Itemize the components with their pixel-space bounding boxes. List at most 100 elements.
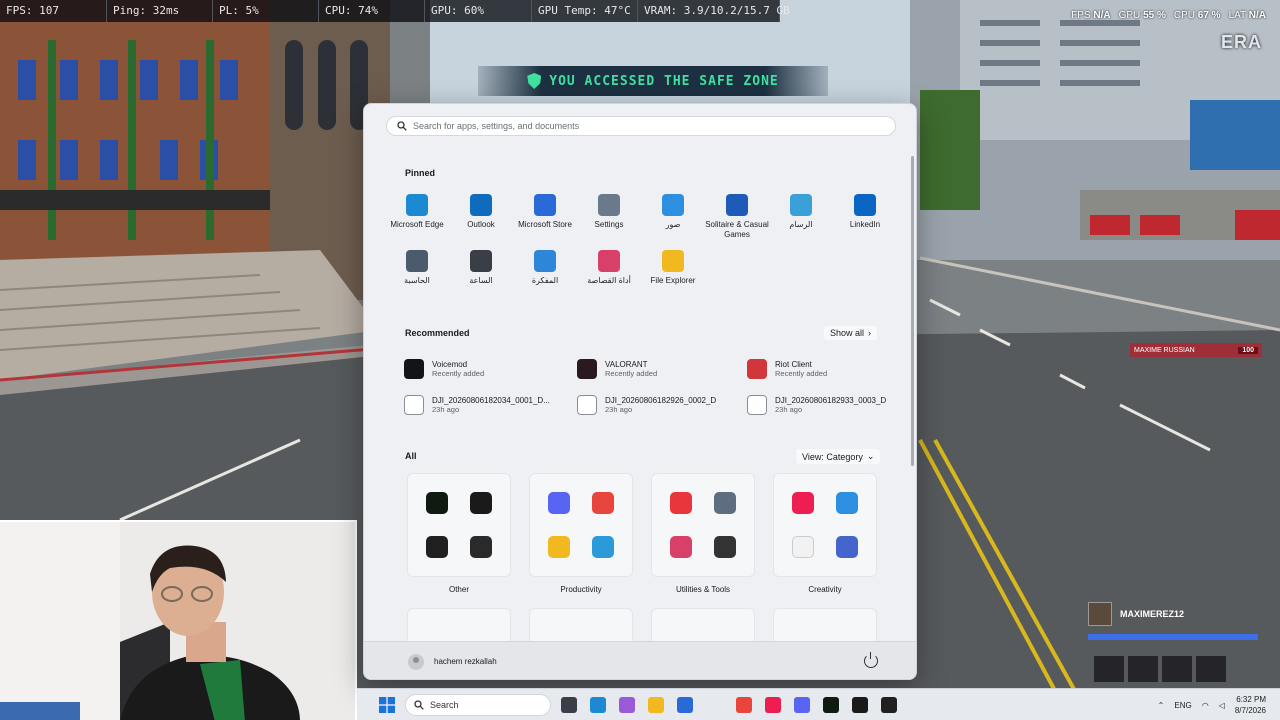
- latency-readout: LAT N/A: [1228, 10, 1266, 21]
- wifi-icon[interactable]: ◠: [1202, 701, 1209, 710]
- clock[interactable]: 6:32 PM 8/7/2026: [1235, 694, 1266, 716]
- volume-icon[interactable]: ◁: [1219, 701, 1225, 710]
- arrow-a-icon[interactable]: [823, 697, 839, 713]
- player-hud: MAXIMEREZ12: [1088, 602, 1258, 640]
- tiktok-icon[interactable]: [792, 492, 814, 514]
- category-folder[interactable]: [651, 473, 755, 577]
- pinned-app[interactable]: الحاسبة: [384, 250, 450, 302]
- calculator-icon: [406, 250, 428, 272]
- pinned-app[interactable]: المفكرة: [512, 250, 578, 302]
- ping-stat: Ping: 32ms: [107, 0, 213, 22]
- windows-start-icon[interactable]: [379, 697, 395, 713]
- tiktok-icon[interactable]: [765, 697, 781, 713]
- store-icon: [534, 194, 556, 216]
- recommended-item[interactable]: Voicemod Recently added: [404, 356, 564, 382]
- gear-icon[interactable]: [714, 492, 736, 514]
- view-category-label: View: Category: [802, 451, 863, 462]
- weapon-slot: [1128, 656, 1158, 682]
- show-all-button[interactable]: Show all ›: [824, 326, 878, 340]
- search-input[interactable]: [413, 121, 883, 131]
- chrome-icon[interactable]: [592, 492, 614, 514]
- pinned-app[interactable]: أداة القصاصة: [576, 250, 642, 302]
- copilot-icon[interactable]: [592, 536, 614, 558]
- arrow-a-icon[interactable]: [426, 492, 448, 514]
- edge-icon: [406, 194, 428, 216]
- search-icon: [414, 700, 424, 710]
- chevron-up-icon[interactable]: ⌃: [1158, 701, 1165, 710]
- task-view-icon[interactable]: [561, 697, 577, 713]
- user-avatar-icon[interactable]: [408, 653, 424, 670]
- image-file-icon: [577, 395, 597, 415]
- pinned-app-label: LinkedIn: [849, 220, 881, 229]
- chevron-down-icon: ⌄: [866, 451, 875, 461]
- fps-readout: FPS N/A: [1071, 10, 1111, 21]
- recommended-item[interactable]: DJI_20260806182926_0002_D 23h ago: [577, 392, 737, 418]
- obs-icon[interactable]: [881, 697, 897, 713]
- chevron-right-icon: ›: [868, 328, 872, 338]
- recommended-name: Riot Client: [775, 360, 812, 369]
- health-bar-fill: [1088, 634, 1258, 640]
- vram-stat: VRAM: 3.9/10.2/15.7 GB: [638, 0, 790, 22]
- anydesk-icon[interactable]: [670, 492, 692, 514]
- photos-icon[interactable]: [836, 492, 858, 514]
- file-icon: [404, 395, 424, 415]
- health-bar: [1088, 634, 1258, 640]
- pinned-app[interactable]: Outlook: [448, 194, 514, 246]
- fps-stat: FPS: 107: [0, 0, 107, 22]
- power-icon[interactable]: [864, 652, 878, 668]
- category-folder[interactable]: [773, 473, 877, 577]
- qr-icon[interactable]: [714, 536, 736, 558]
- category-folder[interactable]: [407, 473, 511, 577]
- recommended-subtitle: Recently added: [775, 369, 828, 378]
- pinned-app[interactable]: الرسام: [768, 194, 834, 246]
- gpu-readout: GPU 55 %: [1118, 10, 1166, 21]
- pinned-app[interactable]: Settings: [576, 194, 642, 246]
- capcut-icon[interactable]: [792, 536, 814, 558]
- obs-icon[interactable]: [426, 536, 448, 558]
- gpu-stat: GPU: 60%: [425, 0, 532, 22]
- pinned-app[interactable]: Microsoft Edge: [384, 194, 450, 246]
- weapon-slot: [1162, 656, 1192, 682]
- taskbar-search[interactable]: Search: [405, 694, 551, 716]
- recommended-item[interactable]: DJI_20260806182933_0003_D 23h ago: [747, 392, 907, 418]
- pinned-app[interactable]: صور: [640, 194, 706, 246]
- language-indicator[interactable]: ENG: [1174, 701, 1191, 710]
- player-tag-name: MAXIME RUSSIAN: [1134, 346, 1195, 354]
- store-icon[interactable]: [677, 697, 693, 713]
- mail-icon[interactable]: [852, 697, 868, 713]
- pinned-app[interactable]: الساعة: [448, 250, 514, 302]
- discord-icon[interactable]: [794, 697, 810, 713]
- player-nametag: MAXIME RUSSIAN 100: [1130, 343, 1262, 357]
- gear-icon: [598, 194, 620, 216]
- user-name[interactable]: hachem rezkallah: [434, 657, 497, 666]
- server-logo: ERA: [1220, 32, 1262, 52]
- pinned-app[interactable]: LinkedIn: [832, 194, 898, 246]
- player-tag-level: 100: [1238, 346, 1258, 354]
- start-menu-scrollbar[interactable]: [911, 156, 914, 466]
- category-label: Utilities & Tools: [675, 585, 731, 594]
- studio-icon[interactable]: [836, 536, 858, 558]
- recommended-text: Voicemod Recently added: [432, 360, 484, 378]
- recommended-item[interactable]: DJI_20260806182034_0001_D... 23h ago: [404, 392, 564, 418]
- recommended-item[interactable]: Riot Client Recently added: [747, 356, 907, 382]
- pinned-app[interactable]: Solitaire & Casual Games: [704, 194, 770, 246]
- linkedin-icon: [854, 194, 876, 216]
- edge-icon[interactable]: [590, 697, 606, 713]
- mail-icon[interactable]: [470, 492, 492, 514]
- chrome-icon[interactable]: [736, 697, 752, 713]
- pinned-title: Pinned: [405, 168, 436, 178]
- copilot-icon[interactable]: [619, 697, 635, 713]
- nvidia-icon[interactable]: [470, 536, 492, 558]
- discord-icon[interactable]: [548, 492, 570, 514]
- folder-icon[interactable]: [648, 697, 664, 713]
- recommended-item[interactable]: VALORANT Recently added: [577, 356, 737, 382]
- pinned-app[interactable]: File Explorer: [640, 250, 706, 302]
- weapon-slots: [1094, 656, 1226, 682]
- snipping-icon[interactable]: [670, 536, 692, 558]
- view-category-dropdown[interactable]: View: Category ⌄: [796, 449, 881, 464]
- category-folder[interactable]: [529, 473, 633, 577]
- shield-icon: [527, 73, 542, 89]
- pinned-app[interactable]: Microsoft Store: [512, 194, 578, 246]
- folder-icon[interactable]: [548, 536, 570, 558]
- start-search-box[interactable]: [386, 116, 896, 136]
